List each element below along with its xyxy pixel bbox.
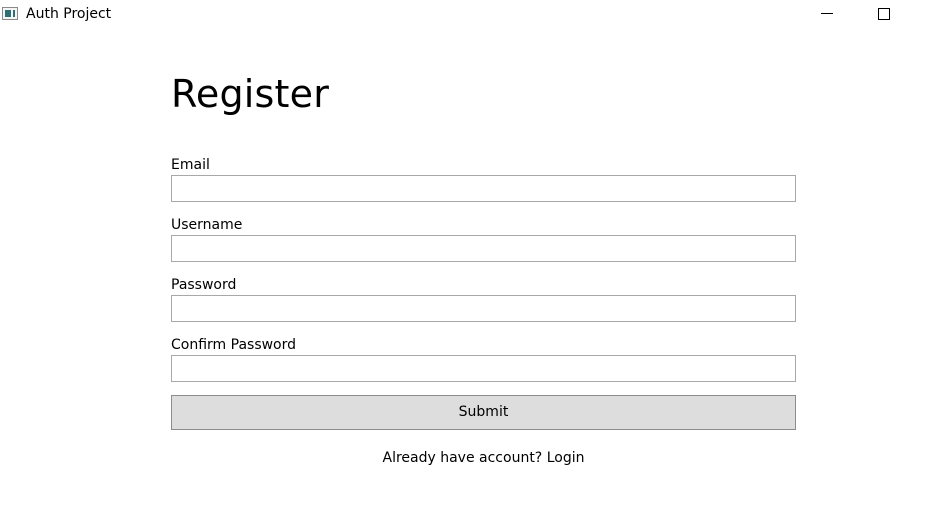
app-icon-pane-secondary bbox=[13, 10, 15, 17]
password-field[interactable] bbox=[171, 295, 796, 322]
login-prompt-row: Already have account? Login bbox=[171, 450, 796, 467]
minimize-button[interactable] bbox=[804, 0, 850, 30]
title-bar[interactable]: Auth Project bbox=[0, 0, 935, 30]
password-label: Password bbox=[171, 277, 237, 293]
maximize-button[interactable] bbox=[862, 0, 908, 30]
login-link[interactable]: Login bbox=[547, 450, 585, 466]
confirm-password-label: Confirm Password bbox=[171, 337, 297, 353]
submit-button[interactable]: Submit bbox=[171, 395, 796, 430]
window-title: Auth Project bbox=[26, 6, 112, 22]
email-field[interactable] bbox=[171, 175, 796, 202]
username-field[interactable] bbox=[171, 235, 796, 262]
page-title: Register bbox=[171, 72, 330, 116]
register-form: Register Email Username Password Confirm… bbox=[171, 72, 796, 466]
app-icon-pane bbox=[5, 10, 11, 17]
username-label: Username bbox=[171, 217, 243, 233]
app-window-icon bbox=[2, 7, 18, 20]
login-prompt-text: Already have account? bbox=[382, 450, 543, 466]
confirm-password-field[interactable] bbox=[171, 355, 796, 382]
email-label: Email bbox=[171, 157, 210, 173]
maximize-icon bbox=[878, 8, 890, 20]
app-window: Auth Project Register Email Username Pas… bbox=[0, 0, 935, 528]
minimize-icon bbox=[821, 13, 833, 14]
